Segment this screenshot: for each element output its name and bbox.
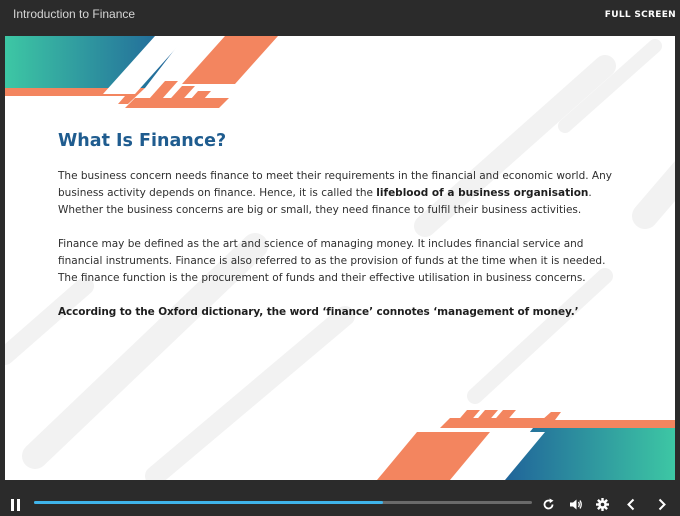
next-icon[interactable] xyxy=(657,496,667,515)
progress-bar[interactable] xyxy=(34,501,532,504)
paragraph-1-emphasis: lifeblood of a business organisation xyxy=(376,187,589,199)
volume-icon[interactable] xyxy=(569,496,583,515)
fullscreen-button[interactable]: FULL SCREEN xyxy=(605,10,676,20)
replay-icon[interactable] xyxy=(542,496,555,515)
progress-bar-fill xyxy=(34,501,383,504)
settings-icon[interactable] xyxy=(596,496,609,515)
slide-content: What Is Finance? The business concern ne… xyxy=(58,130,618,338)
top-left-decoration xyxy=(5,36,278,108)
slide-canvas: What Is Finance? The business concern ne… xyxy=(5,36,675,480)
paragraph-2: Finance may be defined as the art and sc… xyxy=(58,238,606,284)
course-title: Introduction to Finance xyxy=(13,7,136,21)
paragraph-3: According to the Oxford dictionary, the … xyxy=(58,306,579,318)
previous-icon[interactable] xyxy=(626,496,636,515)
paragraph-1: The business concern needs finance to me… xyxy=(58,168,618,219)
player-top-bar: Introduction to Finance FULL SCREEN xyxy=(0,0,680,36)
bottom-right-decoration xyxy=(377,410,675,480)
slide-heading: What Is Finance? xyxy=(58,131,227,151)
player-control-bar xyxy=(0,480,680,516)
pause-icon[interactable] xyxy=(11,496,21,515)
